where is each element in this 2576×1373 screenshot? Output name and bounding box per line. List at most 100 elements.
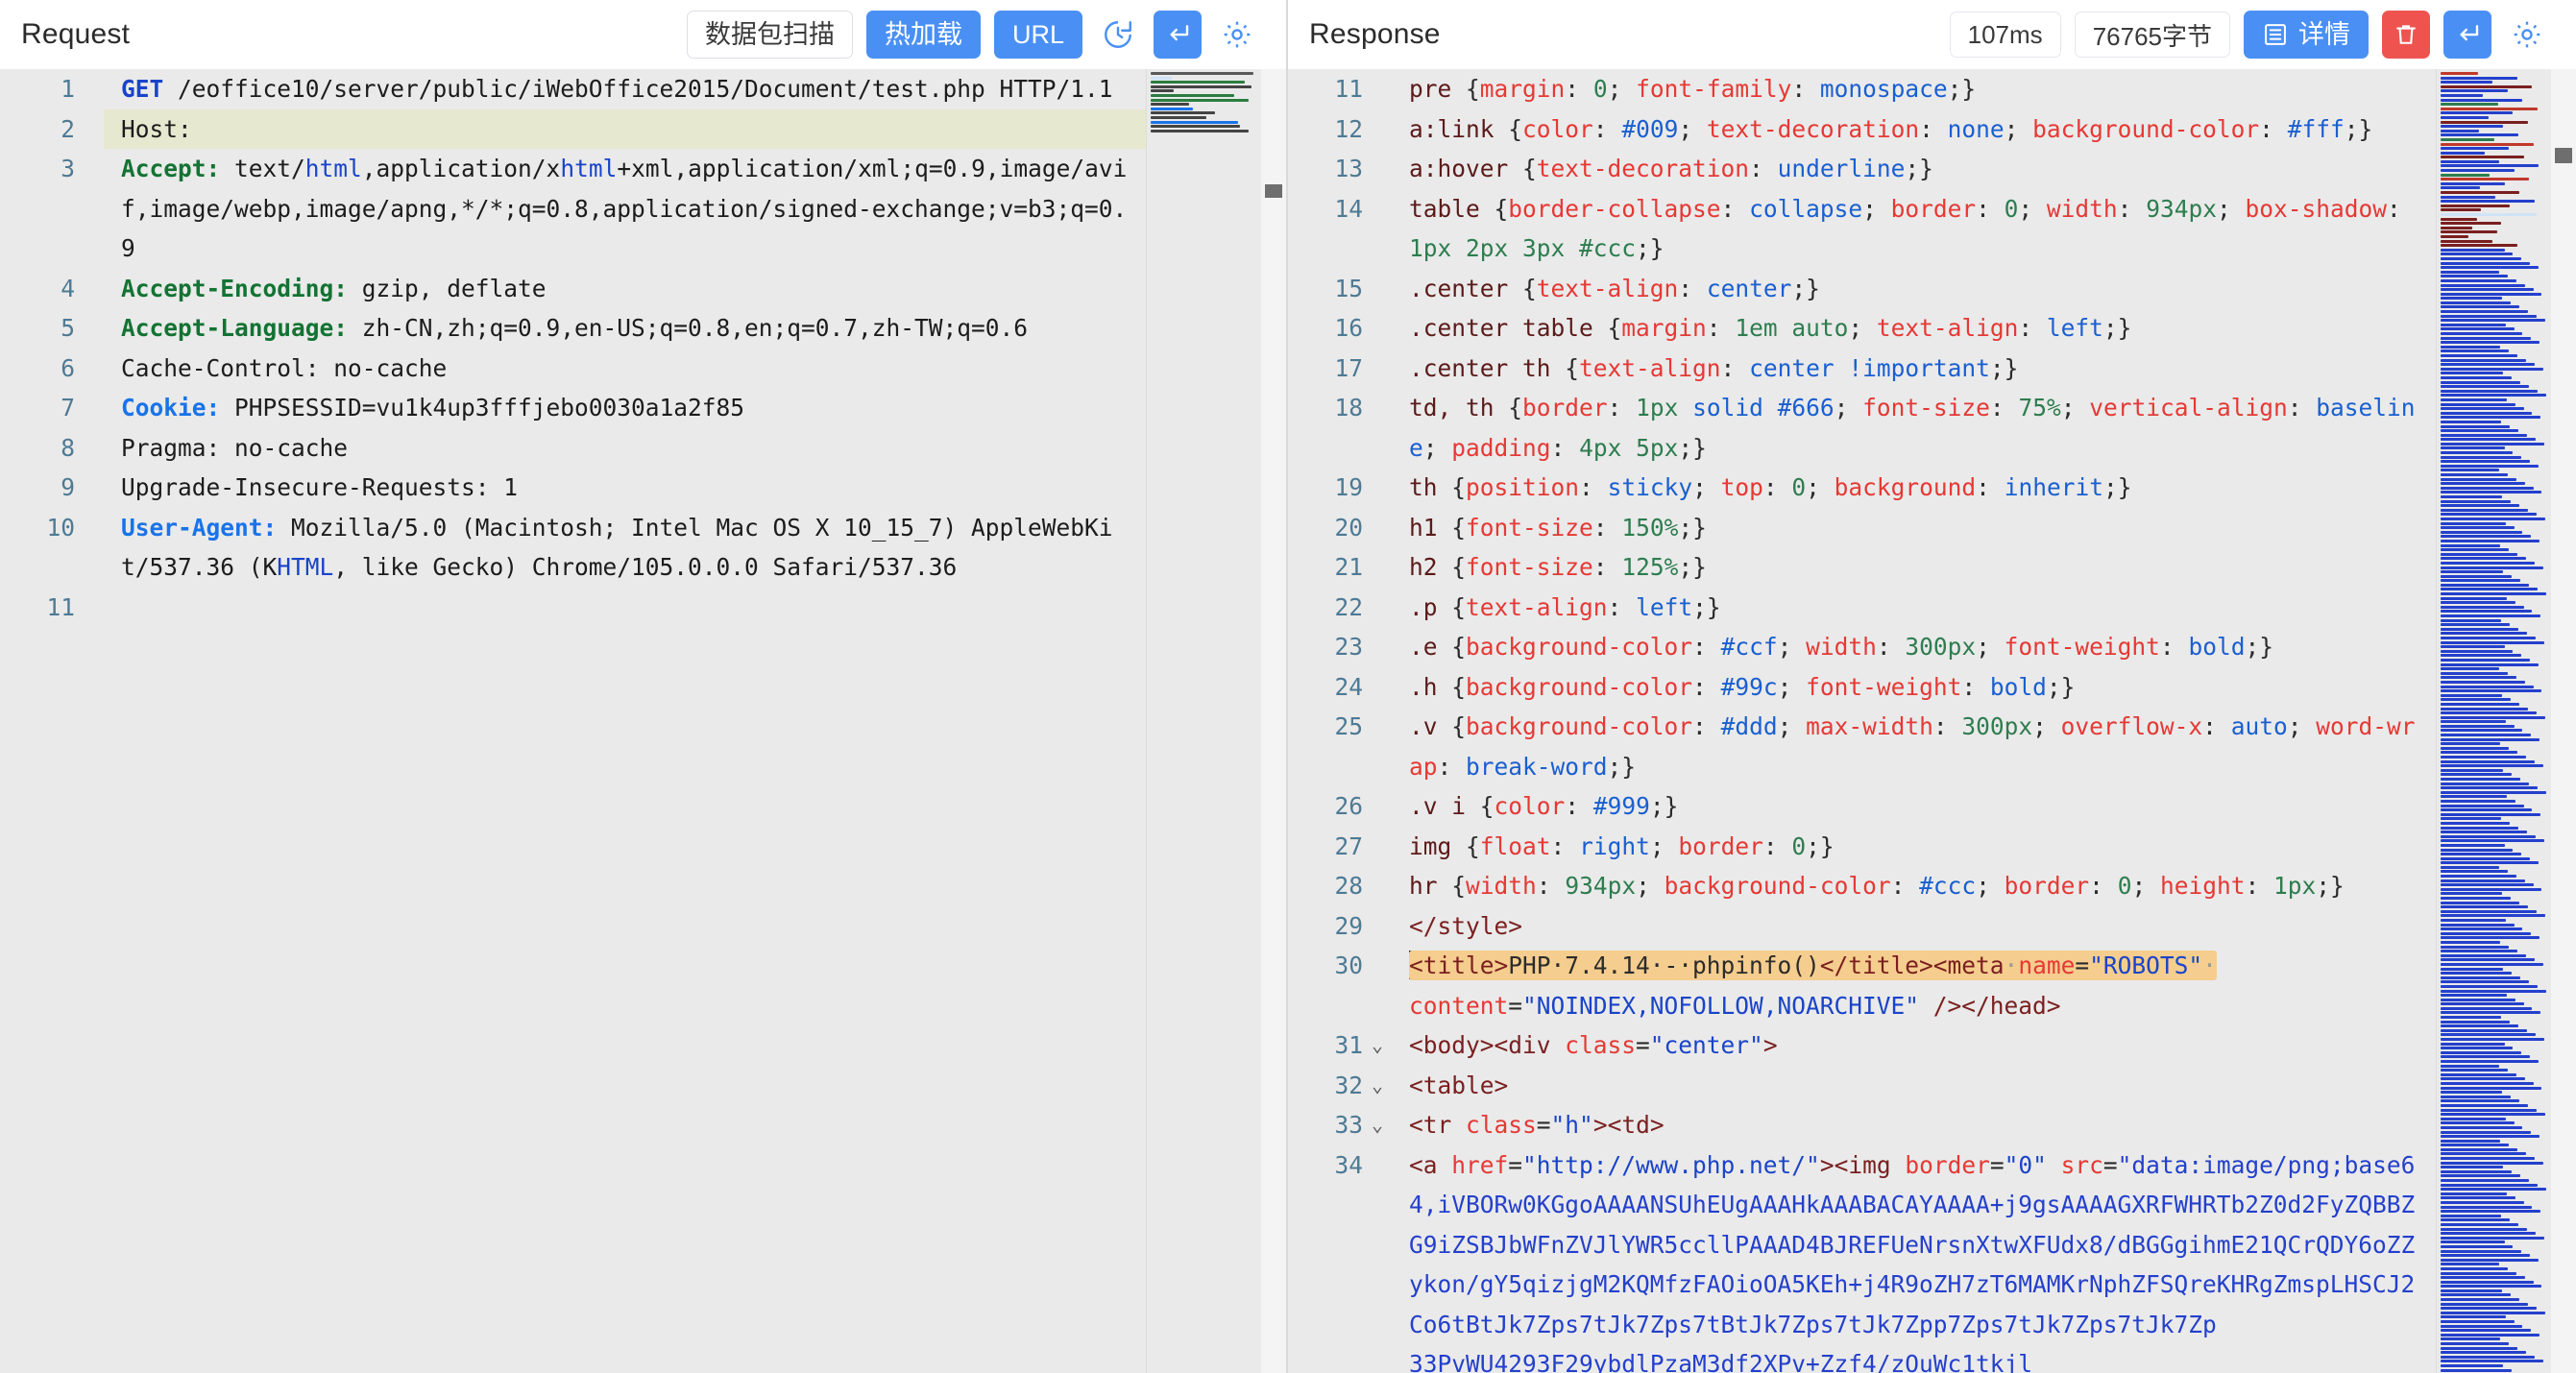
chevron-down-icon[interactable]: ⌄ <box>1363 1025 1392 1066</box>
response-code-area[interactable]: 11pre {margin: 0; font-family: monospace… <box>1288 69 2436 1373</box>
list-detail-icon <box>2262 21 2289 48</box>
delete-button[interactable] <box>2382 11 2430 59</box>
minimap-line <box>2441 831 2527 833</box>
code-token: auto <box>2231 712 2288 740</box>
code-token: Accept: <box>121 155 220 182</box>
code-token: { <box>1451 633 1466 661</box>
minimap-line <box>2441 372 2503 374</box>
code-token: /></head> <box>1919 992 2061 1020</box>
clock-history-icon[interactable] <box>1096 12 1140 57</box>
minimap-line <box>2441 85 2532 88</box>
minimap-line <box>2441 1016 2501 1019</box>
line-number: 1 <box>0 69 75 109</box>
send-request-button[interactable] <box>1154 11 1202 59</box>
line-text: .v i {color: #999;} <box>1392 786 2436 827</box>
code-token: text-align <box>1877 314 2019 342</box>
minimap-line <box>2441 729 2522 732</box>
response-gear-icon[interactable] <box>2505 12 2549 57</box>
minimap-line <box>2441 1051 2521 1054</box>
minimap-line <box>2441 1033 2536 1036</box>
code-token: width <box>2047 195 2118 223</box>
response-code-wrap: 11pre {margin: 0; font-family: monospace… <box>1288 69 2576 1373</box>
line-number: 23 <box>1288 627 1363 667</box>
code-token: href <box>1451 1151 1508 1179</box>
code-token: : <box>1438 753 1467 781</box>
code-token: ; <box>2131 872 2160 900</box>
hot-reload-button[interactable]: 热加载 <box>866 11 981 59</box>
line-number: 5 <box>0 308 75 349</box>
code-line: 8Pragma: no-cache <box>0 428 1146 469</box>
minimap-line <box>2441 610 2532 613</box>
code-token: h2 <box>1409 553 1451 581</box>
minimap-line <box>2441 152 2485 155</box>
minimap-line <box>2441 1206 2532 1209</box>
request-toolbar: 数据包扫描 热加载 URL <box>687 11 1259 59</box>
line-text: Cache-Control: no-cache <box>104 349 1146 389</box>
chevron-down-icon[interactable]: ⌄ <box>1363 1105 1392 1145</box>
code-token: : <box>2288 394 2317 422</box>
line-text: Accept-Encoding: gzip, deflate <box>104 269 1146 309</box>
response-minimap[interactable] <box>2436 69 2551 1373</box>
minimap-line <box>2441 941 2500 944</box>
gear-icon[interactable] <box>1215 12 1259 57</box>
code-token: src <box>2061 1151 2103 1179</box>
code-token: "ROBOTS" <box>2089 951 2202 979</box>
minimap-line <box>2441 601 2515 604</box>
request-scrollbar[interactable] <box>1261 69 1286 1373</box>
code-token: HTML <box>277 553 333 581</box>
code-token: User-Agent: <box>121 514 277 542</box>
code-token: ; <box>1636 872 1665 900</box>
minimap-line <box>2441 866 2499 869</box>
request-minimap[interactable] <box>1146 69 1261 1373</box>
code-token: text/ <box>220 155 305 182</box>
minimap-line <box>2441 249 2505 252</box>
line-number: 14 <box>1288 189 1363 229</box>
minimap-line <box>2441 1237 2544 1240</box>
code-token: Accept-Language: <box>121 314 348 342</box>
code-token: ; <box>1862 195 1891 223</box>
line-text: th {position: sticky; top: 0; background… <box>1392 468 2436 508</box>
minimap-line <box>2441 156 2524 158</box>
code-line: 33⌄<tr class="h"><td> <box>1288 1105 2436 1145</box>
chevron-down-icon[interactable]: ⌄ <box>1363 1066 1392 1106</box>
minimap-line <box>2441 808 2532 811</box>
minimap-line <box>2441 478 2516 481</box>
code-token: : <box>2245 872 2273 900</box>
request-code-area[interactable]: 1 GET /eoffice10/server/public/iWebOffice… <box>0 69 1146 1373</box>
minimap-line <box>2441 632 2527 635</box>
minimap-line <box>2441 133 2518 136</box>
minimap-line <box>2441 968 2503 971</box>
line-number: 24 <box>1288 667 1363 708</box>
code-token: ;} <box>1692 593 1721 621</box>
minimap-line <box>2441 795 2507 798</box>
response-scrollbar[interactable] <box>2551 69 2576 1373</box>
minimap-line <box>2441 963 2543 966</box>
minimap-line <box>2441 200 2535 203</box>
code-token: img <box>1409 832 1466 860</box>
code-token: class <box>1466 1111 1537 1139</box>
code-token: { <box>1451 473 1466 501</box>
minimap-line <box>2441 1162 2543 1165</box>
detail-button[interactable]: 详情 <box>2244 11 2369 59</box>
minimap-line <box>2441 1329 2531 1332</box>
packet-scan-button[interactable]: 数据包扫描 <box>687 11 853 59</box>
response-scrollbar-thumb[interactable] <box>2555 148 2572 163</box>
minimap-line <box>2441 327 2515 330</box>
url-button[interactable]: URL <box>994 11 1082 59</box>
code-line: 30<title>PHP·7.4.14·-·phpinfo()</title><… <box>1288 946 2436 1025</box>
response-send-button[interactable] <box>2443 11 2491 59</box>
minimap-line <box>2441 473 2508 476</box>
minimap-line <box>2441 1109 2537 1112</box>
selection-highlight: <title>PHP·7.4.14·-·phpinfo()</title><me… <box>1409 951 2217 980</box>
minimap-line <box>2441 121 2528 124</box>
code-token: hr <box>1409 872 1451 900</box>
code-line: 7Cookie: PHPSESSID=vu1k4up3fffjebo0030a1… <box>0 388 1146 428</box>
minimap-line <box>2441 446 2505 449</box>
minimap-line <box>2441 1360 2543 1362</box>
line-text: GET /eoffice10/server/public/iWebOffice2… <box>104 69 1146 109</box>
request-scrollbar-thumb[interactable] <box>1265 184 1282 198</box>
code-token: : <box>1565 75 1593 103</box>
minimap-line <box>2441 879 2525 882</box>
code-token: border <box>1678 832 1763 860</box>
code-token: · <box>2202 951 2217 979</box>
